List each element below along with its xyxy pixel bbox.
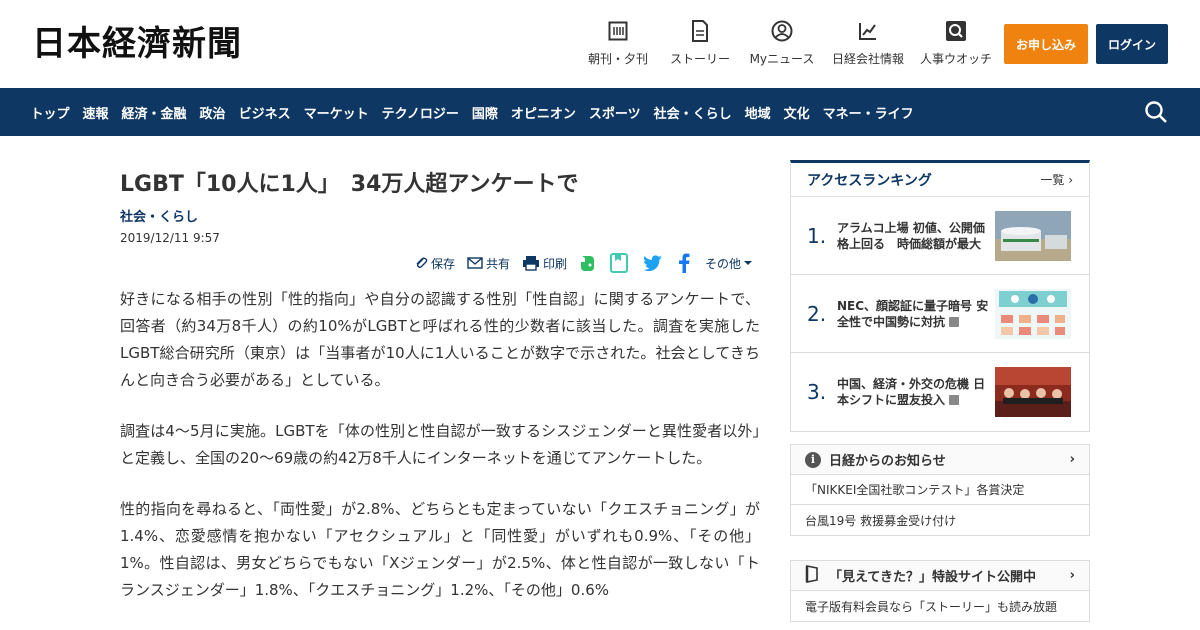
mail-icon (467, 257, 483, 269)
navbar-items: トップ 速報 経済・金融 政治 ビジネス マーケット テクノロジー 国際 オピニオン スポーツ 社会… (24, 88, 920, 136)
article-paragraph: 調査は4～5月に実施。LGBTを「体の性別と性自認が一致するシスジェンダーと異性… (120, 422, 760, 467)
nav-item[interactable]: 地域 (738, 103, 777, 122)
ranking-headline: アラムコ上場 初値、公開価格上回る 時価総額が最大 (837, 220, 985, 251)
promo-item[interactable]: 電子版有料会員なら「ストーリー」も読み放題 (791, 591, 1089, 621)
ranking-item-1[interactable]: 1. アラムコ上場 初値、公開価格上回る 時価総額が最大 (791, 197, 1089, 275)
facebook-icon[interactable] (678, 253, 693, 273)
lock-icon (949, 316, 960, 327)
nav-search-icon[interactable] (1144, 100, 1168, 124)
apply-button[interactable]: お申し込み (1004, 24, 1088, 64)
promo-header[interactable]: 「見えてきた？」特設サイト公開中 › (791, 561, 1089, 591)
chart-icon (857, 20, 879, 42)
info-icon: i (805, 451, 821, 468)
login-button[interactable]: ログイン (1096, 24, 1168, 64)
nav-item[interactable]: 経済・金融 (115, 103, 193, 122)
caret-down-icon (744, 261, 752, 265)
print-button[interactable]: 印刷 (522, 255, 567, 272)
shield-icon (805, 564, 819, 587)
notice-item[interactable]: 台風19号 救援募金受け付け (791, 505, 1089, 535)
ranking-more-link[interactable]: 一覧 › (1040, 171, 1073, 188)
document-icon (689, 20, 711, 42)
site-logo[interactable]: 日本経濟新聞 (32, 26, 242, 62)
ranking-header: アクセスランキング 一覧 › (791, 163, 1089, 197)
twitter-icon[interactable] (643, 255, 666, 271)
nav-item[interactable]: スポーツ (582, 103, 647, 122)
ranking-number: 2. (807, 301, 827, 326)
nav-item[interactable]: 政治 (193, 103, 232, 122)
ranking-item-3[interactable]: 3. 中国、経済・外交の危機 日本シフトに盟友投入 (791, 353, 1089, 431)
article-paragraph: 好きになる相手の性別「性的指向」や自分の認識する性別「性自認」に関するアンケート… (120, 290, 760, 389)
save-button[interactable]: 保存 (414, 255, 455, 272)
header-nav-company[interactable]: 日経会社情報 (830, 20, 906, 70)
article: LGBT「10人に1人」 34万人超アンケートで 社会・くらし 2019/12/… (120, 160, 760, 599)
note-app-icon[interactable] (609, 253, 631, 273)
evernote-icon[interactable] (579, 254, 598, 272)
nav-item[interactable]: トップ (24, 103, 76, 122)
ranking-number: 1. (807, 223, 827, 248)
chevron-right-icon: › (1069, 452, 1075, 467)
notice-header[interactable]: i 日経からのお知らせ › (791, 445, 1089, 475)
lock-icon (949, 395, 960, 405)
article-tools: 保存 共有 印刷 その他 (402, 252, 756, 274)
ranking-headline: NEC、顔認証に量子暗号 安全性で中国勢に対抗 (837, 298, 989, 329)
nav-item[interactable]: テクノロジー (375, 103, 465, 122)
header-nav-edition[interactable]: 朝刊・夕刊 (582, 20, 654, 70)
nav-item[interactable]: ビジネス (232, 103, 297, 122)
article-paragraph: 性的指向を尋ねると、「両性愛」が2.8%、どちらとも定まっていない「クエスチョニ… (120, 500, 760, 599)
printer-icon (522, 256, 539, 271)
paperclip-icon (416, 257, 428, 269)
access-ranking: アクセスランキング 一覧 › 1. アラムコ上場 初値、公開価格上回る 時価総額… (790, 160, 1090, 432)
nav-item[interactable]: 文化 (777, 103, 816, 122)
ranking-headline: 中国、経済・外交の危機 日本シフトに盟友投入 (837, 377, 986, 407)
header-nav-personnel[interactable]: 人事ウオッチ (918, 20, 994, 70)
newspaper-icon (607, 20, 629, 42)
ranking-thumbnail-oil-tanks (995, 210, 1071, 261)
header-nav-story[interactable]: ストーリー (666, 20, 734, 70)
nav-item[interactable]: オピニオン (504, 103, 582, 122)
ranking-item-2[interactable]: 2. NEC、顔認証に量子暗号 安全性で中国勢に対抗 (791, 275, 1089, 353)
article-title: LGBT「10人に1人」 34万人超アンケートで (120, 172, 579, 197)
ranking-number: 3. (807, 380, 827, 404)
ranking-thumbnail-diagram (995, 288, 1071, 339)
user-icon (771, 20, 793, 42)
chevron-right-icon: › (1069, 568, 1075, 583)
ranking-title: アクセスランキング (807, 172, 932, 189)
nav-item[interactable]: 社会・くらし (647, 103, 738, 122)
special-site-promo: 「見えてきた？」特設サイト公開中 › 電子版有料会員なら「ストーリー」も読み放題 (790, 560, 1090, 622)
header-nav: 朝刊・夕刊 ストーリー Myニュース 日経会社情報 人事ウオッチ (576, 20, 1000, 70)
notice-item[interactable]: 「NIKKEI全国社歌コンテスト」各賞決定 (791, 475, 1089, 505)
article-date: 2019/12/11 9:57 (120, 231, 220, 245)
article-category[interactable]: 社会・くらし (120, 206, 760, 225)
nav-item[interactable]: 国際 (465, 103, 504, 122)
nav-item[interactable]: 速報 (76, 103, 115, 122)
search-icon (945, 20, 967, 42)
nav-item[interactable]: マネー・ライフ (816, 103, 920, 122)
sidebar: アクセスランキング 一覧 › 1. アラムコ上場 初値、公開価格上回る 時価総額… (790, 160, 1090, 622)
article-body: 好きになる相手の性別「性的指向」や自分の認識する性別「性自認」に関するアンケート… (120, 286, 760, 628)
nav-item[interactable]: マーケット (297, 103, 375, 122)
site-header: 日本経濟新聞 朝刊・夕刊 ストーリー Myニュース 日経会社情報 人事ウオッチ … (0, 0, 1200, 88)
main-navbar: トップ 速報 経済・金融 政治 ビジネス マーケット テクノロジー 国際 オピニオン スポーツ 社会… (0, 88, 1200, 136)
nikkei-notices: i 日経からのお知らせ › 「NIKKEI全国社歌コンテスト」各賞決定 台風19… (790, 444, 1090, 536)
header-nav-mynews[interactable]: Myニュース (746, 20, 818, 70)
ranking-thumbnail-meeting (995, 367, 1071, 417)
more-options-button[interactable]: その他 (705, 255, 756, 272)
share-button[interactable]: 共有 (467, 255, 510, 272)
chevron-right-icon: › (1068, 173, 1073, 187)
